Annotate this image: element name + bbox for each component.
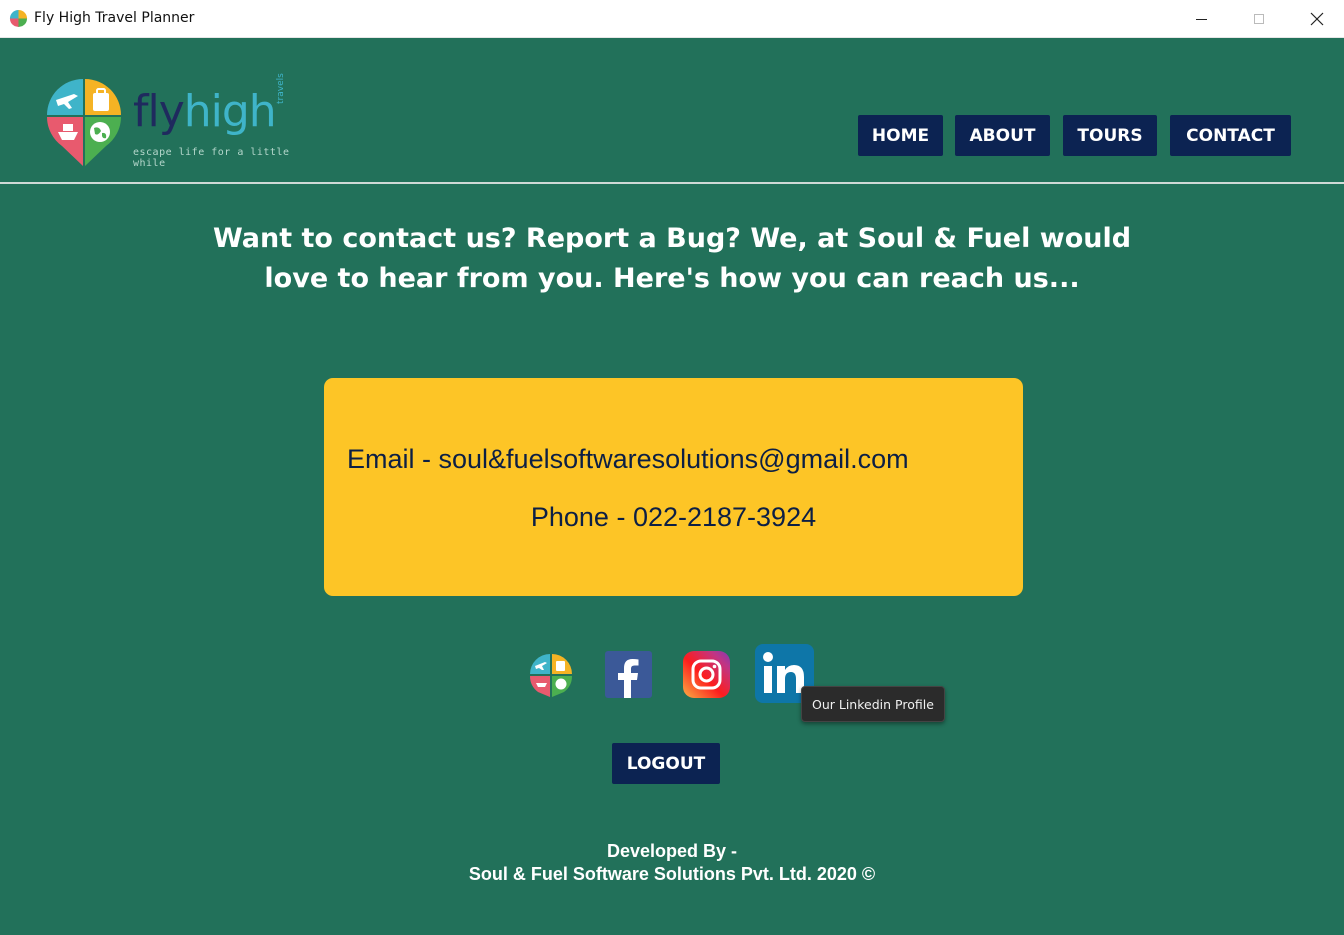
linkedin-tooltip: Our Linkedin Profile [801,686,945,722]
contact-card: Email - soul&fuelsoftwaresolutions@gmail… [324,378,1023,596]
contact-phone: Phone - 022-2187-3924 [530,502,817,532]
contact-intro-heading: Want to contact us? Report a Bug? We, at… [172,219,1172,299]
footer-developed-by: Developed By - [606,841,738,861]
brand-wordmark: flyhigh [133,90,277,134]
minimize-button[interactable] [1172,0,1230,38]
footer-company: Soul & Fuel Software Solutions Pvt. Ltd.… [468,864,876,884]
flyhigh-pin-logo-icon [47,79,121,166]
nav-tours-button[interactable]: TOURS [1063,115,1157,156]
contact-email: Email - soul&fuelsoftwaresolutions@gmail… [347,444,909,474]
app-window: Fly High Travel Planner flyhigh travels … [0,0,1344,935]
maximize-icon [1254,14,1264,24]
title-bar: Fly High Travel Planner [0,0,1344,38]
brand-fly: fly [133,86,185,137]
header-divider [0,182,1344,184]
brand-high: high [183,86,277,137]
nav-about-button[interactable]: ABOUT [955,115,1050,156]
facebook-icon[interactable] [605,651,652,698]
nav-contact-button[interactable]: CONTACT [1170,115,1291,156]
brand-tagline: escape life for a little while [133,147,290,169]
close-button[interactable] [1288,0,1344,38]
brand-travels: travels [276,73,286,104]
window-title: Fly High Travel Planner [34,10,195,26]
intro-line-1: Want to contact us? Report a Bug? We, at… [212,223,1132,254]
logout-button[interactable]: LOGOUT [612,743,720,784]
flyhigh-logo[interactable]: flyhigh travels escape life for a little… [44,73,304,170]
flyhigh-pin-icon [9,9,28,28]
minimize-icon [1195,18,1207,20]
instagram-icon[interactable] [683,651,730,698]
flyhigh-logo-icon[interactable] [528,652,574,698]
close-icon [1310,12,1324,26]
nav-home-button[interactable]: HOME [858,115,943,156]
maximize-button[interactable] [1230,0,1288,38]
intro-line-2: love to hear from you. Here's how you ca… [264,263,1080,294]
